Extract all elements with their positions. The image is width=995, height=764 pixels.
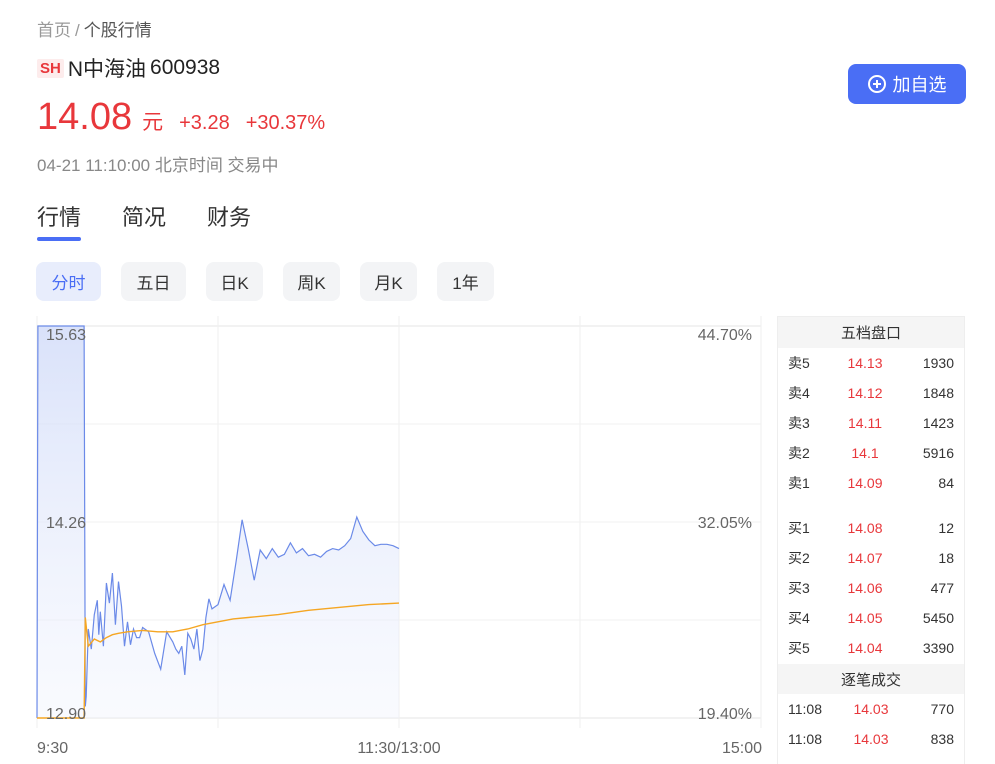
price-summary: 14.08 元 +3.28 +30.37% <box>37 96 325 139</box>
trade-volume: 838 <box>930 731 954 747</box>
bid-volume: 3390 <box>922 640 954 656</box>
bid-volume: 477 <box>930 580 954 596</box>
tab-overview[interactable]: 简况 <box>122 200 166 242</box>
breadcrumb-separator: / <box>75 21 80 40</box>
plus-circle-icon <box>867 75 886 93</box>
ask-price: 14.12 <box>847 385 883 401</box>
bid-volume: 5450 <box>922 610 954 626</box>
y-axis-tick-label: 12.90 <box>46 706 86 723</box>
ask-row: 卖1 14.09 84 <box>778 468 964 498</box>
trade-time: 11:08 <box>788 731 822 747</box>
ask-label: 卖3 <box>788 415 810 431</box>
bid-label: 买4 <box>788 610 810 626</box>
ask-volume: 84 <box>938 475 954 491</box>
x-axis-tick-label: 11:30/13:00 <box>357 740 440 757</box>
stock-name: N中海油 <box>67 58 147 81</box>
intraday-chart[interactable]: 15.63 14.26 12.90 44.70% 32.05% 19.40% 9:30 11:… <box>0 310 770 764</box>
ask-row: 卖5 14.13 1930 <box>778 348 964 378</box>
tab-label: 简况 <box>122 205 167 230</box>
trade-price: 14.03 <box>853 701 889 717</box>
period-selector: 分时 五日 日K 周K 月K 1年 <box>36 262 514 301</box>
ask-label: 卖2 <box>788 445 810 461</box>
stock-code: 600938 <box>150 56 221 79</box>
y-axis-tick-label: 14.26 <box>46 515 86 532</box>
exchange-badge: SH <box>37 58 64 78</box>
x-axis-tick-label: 9:30 <box>37 740 68 757</box>
current-price: 14.08 <box>37 96 133 138</box>
y-axis-right-tick-label: 32.05% <box>698 515 752 532</box>
bid-row: 买4 14.05 5450 <box>778 603 964 633</box>
ask-price: 14.13 <box>847 355 883 371</box>
trade-time: 11:08 <box>788 701 822 717</box>
tab-label: 财务 <box>207 205 252 230</box>
ask-label: 卖4 <box>788 385 810 401</box>
y-axis-right-tick-label: 19.40% <box>698 706 752 723</box>
bid-label: 买1 <box>788 520 810 536</box>
bid-price: 14.04 <box>847 640 883 656</box>
breadcrumb-current: 个股行情 <box>83 21 152 40</box>
price-unit: 元 <box>142 111 164 134</box>
tab-label: 行情 <box>37 205 82 230</box>
trade-row: 11:08 14.03 770 <box>778 694 964 724</box>
bid-row: 买1 14.08 12 <box>778 513 964 543</box>
period-monthly-k[interactable]: 月K <box>360 262 417 301</box>
period-intraday[interactable]: 分时 <box>36 262 101 301</box>
trading-status: 04-21 11:10:00 北京时间 交易中 <box>37 156 279 175</box>
breadcrumb: 首页 / 个股行情 <box>37 16 152 41</box>
bid-row: 买3 14.06 477 <box>778 573 964 603</box>
bid-volume: 12 <box>938 520 954 536</box>
ask-price: 14.1 <box>851 445 879 461</box>
trade-row: 11:08 14.03 838 <box>778 724 964 754</box>
ask-label: 卖5 <box>788 355 810 371</box>
trade-volume: 770 <box>930 701 954 717</box>
bid-price: 14.07 <box>847 550 883 566</box>
ask-row: 卖2 14.1 5916 <box>778 438 964 468</box>
bid-price: 14.05 <box>847 610 883 626</box>
ask-volume: 5916 <box>922 445 954 461</box>
trade-price: 14.03 <box>853 731 889 747</box>
ask-label: 卖1 <box>788 475 810 491</box>
bid-volume: 18 <box>938 550 954 566</box>
bid-label: 买5 <box>788 640 810 656</box>
y-axis-tick-label: 15.63 <box>46 327 86 344</box>
trades-title: 逐笔成交 <box>778 664 964 694</box>
ask-volume: 1848 <box>922 385 954 401</box>
period-one-year[interactable]: 1年 <box>437 262 494 301</box>
bid-row: 买2 14.07 18 <box>778 543 964 573</box>
bid-row: 买5 14.04 3390 <box>778 633 964 663</box>
tab-quote[interactable]: 行情 <box>37 200 82 242</box>
ask-price: 14.09 <box>847 475 883 491</box>
ask-volume: 1423 <box>922 415 954 431</box>
add-favorite-button[interactable]: 加自选 <box>848 64 966 104</box>
main-tabs: 行情 简况 财务 <box>37 200 292 242</box>
ask-volume: 1930 <box>922 355 954 371</box>
ask-row: 卖3 14.11 1423 <box>778 408 964 438</box>
price-change: +3.28 <box>179 112 230 134</box>
order-book-panel: 五档盘口 卖5 14.13 1930 卖4 14.12 1848 卖3 14.11 1423 卖2… <box>777 316 965 764</box>
bid-label: 买2 <box>788 550 810 566</box>
period-weekly-k[interactable]: 周K <box>283 262 340 301</box>
bid-price: 14.08 <box>847 520 883 536</box>
bid-label: 买3 <box>788 580 810 596</box>
x-axis-tick-label: 15:00 <box>722 740 762 757</box>
period-five-day[interactable]: 五日 <box>121 262 186 301</box>
y-axis-right-tick-label: 44.70% <box>698 327 752 344</box>
tab-finance[interactable]: 财务 <box>207 200 251 242</box>
ask-price: 14.11 <box>848 415 882 431</box>
breadcrumb-home-link[interactable]: 首页 <box>37 21 71 40</box>
stock-title: SH N中海油 600938 <box>37 53 220 83</box>
order-book-title: 五档盘口 <box>778 317 964 348</box>
price-change-percent: +30.37% <box>245 112 326 134</box>
bid-price: 14.06 <box>847 580 883 596</box>
add-favorite-label: 加自选 <box>892 75 947 95</box>
period-daily-k[interactable]: 日K <box>206 262 263 301</box>
ask-row: 卖4 14.12 1848 <box>778 378 964 408</box>
